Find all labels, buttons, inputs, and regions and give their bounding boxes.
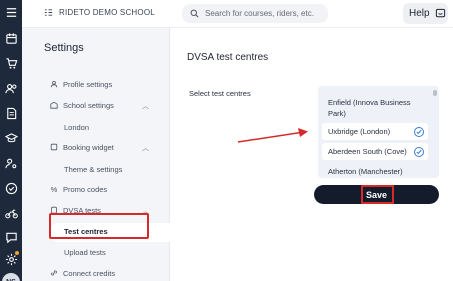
list-item[interactable]: Enfield (Innova Business Park) (322, 94, 428, 122)
help-button[interactable]: Help (403, 3, 448, 24)
test-centre-list[interactable]: Enfield (Innova Business Park) Uxbridge … (318, 86, 439, 178)
document-icon[interactable] (3, 105, 19, 121)
hamburger-menu-icon[interactable] (3, 4, 19, 20)
nav-label: Profile settings (63, 79, 113, 89)
nav-london[interactable]: London (64, 123, 89, 132)
percent-icon: % (50, 184, 58, 194)
user-icon (50, 80, 58, 88)
list-item[interactable]: Aberdeen South (Cove) (322, 143, 428, 160)
list-item[interactable]: Atherton (Manchester) (322, 163, 428, 178)
avatar[interactable]: NS (2, 273, 20, 281)
check-icon (414, 146, 424, 157)
icon-rail: NS (0, 0, 22, 281)
annotation-save-highlight (361, 185, 394, 204)
settings-sidebar: Settings Profile settings School setting… (22, 28, 180, 281)
chat-icon[interactable] (3, 229, 19, 245)
school-name: RIDETO DEMO SCHOOL (59, 8, 155, 17)
annotation-highlight-box (49, 213, 149, 239)
nav-promo-codes[interactable]: % Promo codes (50, 182, 108, 196)
chevron-up-icon[interactable]: ︿ (142, 143, 149, 153)
nav-connect-credits[interactable]: Connect credits (50, 266, 115, 280)
notification-dot (15, 251, 19, 255)
scrollbar[interactable] (433, 90, 437, 96)
help-label: Help (409, 8, 430, 19)
centre-name: Enfield (Innova Business Park) (328, 98, 411, 118)
centre-name: Atherton (Manchester) (328, 167, 403, 176)
page-title: DVSA test centres (187, 52, 269, 63)
check-circle-icon[interactable] (3, 180, 19, 196)
centre-name: Aberdeen South (Cove) (328, 147, 407, 156)
settings-title: Settings (44, 42, 84, 54)
annotation-arrow (237, 128, 308, 143)
nav-label: Promo codes (63, 184, 108, 194)
graduation-icon[interactable] (3, 130, 19, 146)
school-switcher[interactable]: RIDETO DEMO SCHOOL (44, 8, 155, 17)
chevron-up-icon[interactable]: ︿ (142, 101, 149, 111)
check-icon (414, 126, 424, 137)
nav-label: Booking widget (63, 142, 114, 152)
school-icon (44, 9, 53, 16)
school-building-icon (50, 101, 58, 109)
nav-label: Connect credits (63, 268, 116, 278)
search-icon (190, 9, 199, 18)
chat-help-icon (435, 8, 447, 20)
calendar-icon[interactable] (3, 30, 19, 46)
list-item[interactable]: Uxbridge (London) (322, 123, 428, 140)
centre-name: Uxbridge (London) (328, 127, 391, 136)
select-test-centres-label: Select test centres (189, 89, 251, 98)
motorcycle-icon[interactable] (3, 205, 19, 221)
nav-school-settings[interactable]: School settings (50, 98, 114, 112)
nav-upload-tests[interactable]: Upload tests (64, 248, 106, 257)
nav-booking-widget[interactable]: Booking widget (50, 140, 114, 154)
settings-icon[interactable] (3, 251, 19, 267)
search-bar[interactable] (182, 4, 328, 23)
nav-profile-settings[interactable]: Profile settings (50, 77, 112, 91)
nav-label: School settings (63, 100, 114, 110)
cart-icon[interactable] (3, 55, 19, 71)
user-key-icon[interactable] (3, 155, 19, 171)
search-input[interactable] (205, 9, 315, 18)
nav-theme-settings[interactable]: Theme & settings (64, 165, 122, 174)
users-icon[interactable] (3, 80, 19, 96)
link-icon (51, 270, 57, 276)
widget-icon (50, 143, 58, 151)
